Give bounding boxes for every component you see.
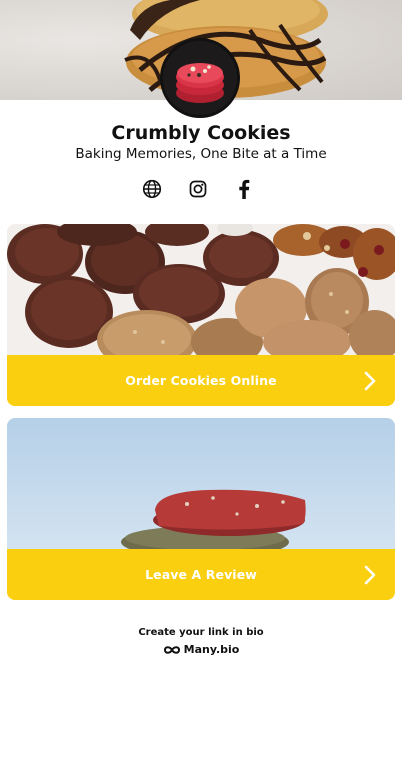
- social-links: [0, 177, 402, 201]
- order-cookies-card[interactable]: Order Cookies Online: [7, 224, 395, 406]
- facebook-icon[interactable]: [232, 177, 256, 201]
- cookies-platter-image: [7, 224, 395, 356]
- profile-name: Crumbly Cookies: [111, 122, 291, 144]
- chevron-right-icon: [364, 565, 376, 585]
- globe-icon[interactable]: [140, 177, 164, 201]
- manybio-brand-link[interactable]: Many.bio: [0, 643, 402, 656]
- avatar: [160, 38, 240, 118]
- instagram-icon[interactable]: [186, 177, 210, 201]
- chevron-right-icon: [364, 371, 376, 391]
- leave-review-card[interactable]: Leave A Review: [7, 418, 395, 600]
- brand-name: Many.bio: [183, 643, 240, 656]
- order-cookies-button[interactable]: Order Cookies Online: [7, 355, 395, 406]
- create-link-cta[interactable]: Create your link in bio: [0, 627, 402, 638]
- red-velvet-cookie-image: [7, 418, 395, 550]
- profile-tagline: Baking Memories, One Bite at a Time: [75, 146, 327, 162]
- order-cookies-label: Order Cookies Online: [125, 373, 277, 388]
- infinity-icon: [163, 645, 180, 654]
- leave-review-button[interactable]: Leave A Review: [7, 549, 395, 600]
- leave-review-label: Leave A Review: [145, 567, 257, 582]
